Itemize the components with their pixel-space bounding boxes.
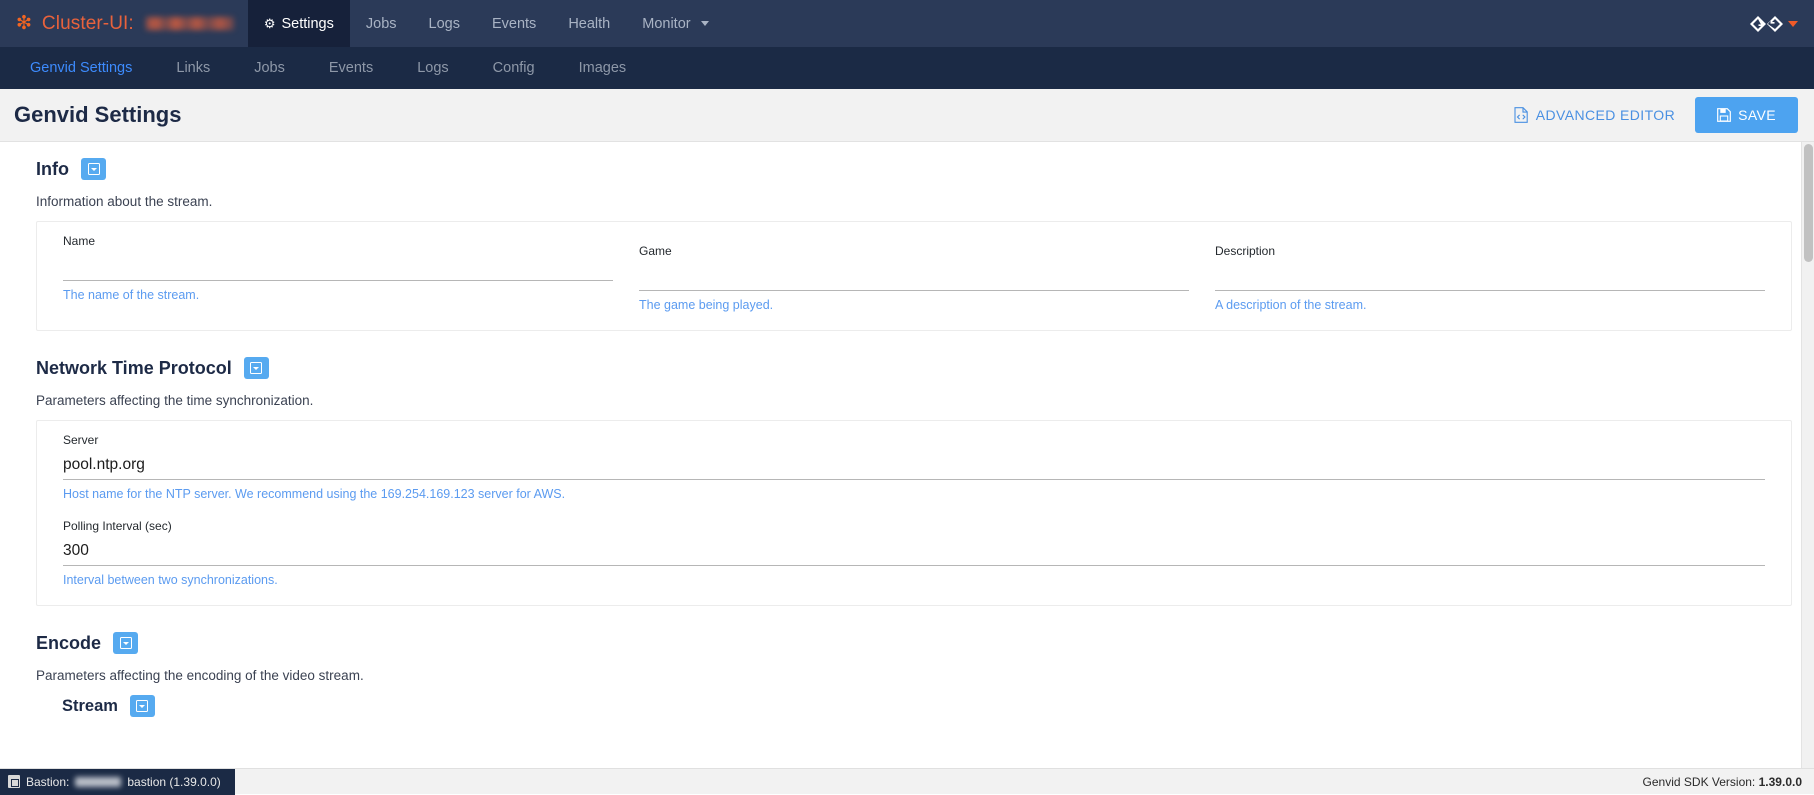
section-description-encode: Parameters affecting the encoding of the… [36, 668, 1792, 683]
secondary-navbar: Genvid Settings Links Jobs Events Logs C… [0, 47, 1814, 89]
top-navbar: ❇ Cluster-UI: ⚙ Settings Jobs Logs Event… [0, 0, 1814, 47]
page-header: Genvid Settings ADVANCED EDITOR SAVE [0, 89, 1814, 142]
advanced-editor-label: ADVANCED EDITOR [1536, 107, 1675, 123]
subnav-item-events[interactable]: Events [307, 47, 395, 89]
save-label: SAVE [1738, 107, 1776, 123]
section-header-ntp: Network Time Protocol [36, 357, 1792, 379]
navbar-right [1750, 0, 1814, 47]
sdk-version-value: 1.39.0.0 [1759, 775, 1802, 789]
bastion-label: Bastion: [26, 775, 69, 789]
cluster-name-redacted [146, 17, 234, 30]
sdk-version-label: Genvid SDK Version: [1643, 775, 1756, 789]
section-title-ntp: Network Time Protocol [36, 358, 232, 379]
section-description-ntp: Parameters affecting the time synchroniz… [36, 393, 1792, 408]
field-hint: A description of the stream. [1215, 298, 1765, 312]
brand-label: Cluster-UI: [42, 13, 134, 35]
section-title-info: Info [36, 159, 69, 180]
asterisk-icon: ❇ [16, 14, 32, 33]
field-label: Polling Interval (sec) [63, 519, 1765, 533]
save-button[interactable]: SAVE [1695, 97, 1798, 133]
nav-item-events[interactable]: Events [476, 0, 552, 47]
subnav-item-config[interactable]: Config [471, 47, 557, 89]
nav-item-health[interactable]: Health [552, 0, 626, 47]
chevron-down-icon [701, 21, 709, 26]
nav-item-label: Jobs [366, 16, 397, 32]
nav-item-settings[interactable]: ⚙ Settings [248, 0, 350, 47]
field-label: Name [63, 234, 613, 248]
field-ntp-server: Server Host name for the NTP server. We … [63, 433, 1765, 501]
bastion-status: Bastion: bastion (1.39.0.0) [0, 769, 235, 795]
subnav-item-genvid-settings[interactable]: Genvid Settings [8, 47, 154, 89]
section-header-info: Info [36, 158, 1792, 180]
nav-item-label: Events [492, 16, 536, 32]
field-label: Game [639, 244, 1189, 258]
status-bar: Bastion: bastion (1.39.0.0) Genvid SDK V… [0, 768, 1814, 794]
game-input[interactable] [639, 267, 1189, 291]
polling-interval-input[interactable] [63, 542, 1765, 566]
field-hint: Interval between two synchronizations. [63, 573, 1765, 587]
field-hint: Host name for the NTP server. We recomme… [63, 487, 1765, 501]
ntp-fields-card: Server Host name for the NTP server. We … [36, 420, 1792, 606]
collapse-toggle-stream[interactable] [130, 695, 155, 717]
primary-nav: ⚙ Settings Jobs Logs Events Health Monit… [248, 0, 725, 47]
field-game: Game The game being played. [639, 244, 1189, 312]
bastion-name-redacted [75, 777, 121, 787]
section-description-info: Information about the stream. [36, 194, 1792, 209]
field-description: Description A description of the stream. [1215, 244, 1765, 312]
nav-item-label: Health [568, 16, 610, 32]
collapse-toggle-ntp[interactable] [244, 357, 269, 379]
caret-down-icon[interactable] [1788, 21, 1798, 27]
advanced-editor-button[interactable]: ADVANCED EDITOR [1510, 101, 1679, 129]
nav-item-label: Monitor [642, 16, 690, 32]
code-file-icon [1514, 107, 1529, 123]
description-input[interactable] [1215, 267, 1765, 291]
settings-form: Info Information about the stream. Name … [0, 142, 1814, 768]
nav-item-jobs[interactable]: Jobs [350, 0, 413, 47]
encode-stream-group: Stream [62, 695, 1792, 717]
ntp-server-input[interactable] [63, 456, 1765, 480]
collapse-box-icon [120, 637, 132, 649]
subnav-item-links[interactable]: Links [154, 47, 232, 89]
collapse-toggle-encode[interactable] [113, 632, 138, 654]
field-label: Server [63, 433, 1765, 447]
sdk-version: Genvid SDK Version: 1.39.0.0 [1643, 775, 1814, 789]
subnav-item-jobs[interactable]: Jobs [232, 47, 307, 89]
nav-item-label: Logs [429, 16, 460, 32]
vertical-scrollbar[interactable] [1801, 142, 1814, 768]
collapse-toggle-info[interactable] [81, 158, 106, 180]
field-name: Name The name of the stream. [63, 234, 613, 312]
nav-item-logs[interactable]: Logs [413, 0, 476, 47]
subnav-item-logs[interactable]: Logs [395, 47, 470, 89]
content-area: Info Information about the stream. Name … [0, 142, 1814, 768]
gear-icon: ⚙ [264, 16, 276, 32]
name-input[interactable] [63, 257, 613, 281]
field-label: Description [1215, 244, 1765, 258]
collapse-box-icon [88, 163, 100, 175]
page-title: Genvid Settings [14, 102, 181, 128]
field-polling-interval: Polling Interval (sec) Interval between … [63, 519, 1765, 587]
bastion-version: bastion (1.39.0.0) [127, 775, 220, 789]
section-header-encode: Encode [36, 632, 1792, 654]
genvid-logo-icon[interactable] [1750, 16, 1784, 32]
section-title-stream: Stream [62, 697, 118, 716]
collapse-box-icon [250, 362, 262, 374]
brand[interactable]: ❇ Cluster-UI: [0, 0, 248, 47]
section-header-stream: Stream [62, 695, 1792, 717]
field-hint: The name of the stream. [63, 288, 613, 302]
header-actions: ADVANCED EDITOR SAVE [1510, 97, 1798, 133]
section-title-encode: Encode [36, 633, 101, 654]
nav-item-label: Settings [281, 16, 333, 32]
collapse-box-icon [136, 700, 148, 712]
floppy-disk-icon [1717, 108, 1731, 122]
nav-item-monitor[interactable]: Monitor [626, 0, 724, 47]
field-hint: The game being played. [639, 298, 1189, 312]
scrollbar-thumb[interactable] [1804, 144, 1813, 262]
server-icon [8, 775, 20, 788]
info-fields-card: Name The name of the stream. Game The ga… [36, 221, 1792, 331]
subnav-item-images[interactable]: Images [557, 47, 649, 89]
